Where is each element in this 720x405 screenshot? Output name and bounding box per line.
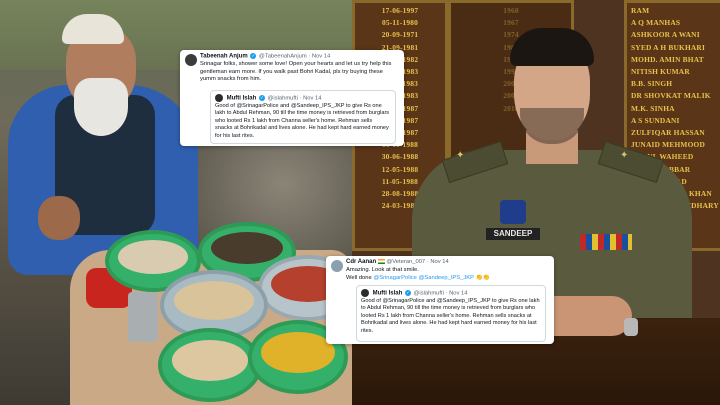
quoted-author-handle: @islahmufti bbox=[267, 95, 298, 102]
medal-ribbons bbox=[580, 234, 632, 250]
vendor-hand bbox=[38, 196, 80, 240]
quoted-tweet[interactable]: Mufti Islah ✓ @islahmufti · Nov 14 Good … bbox=[210, 90, 396, 144]
tweet-text-prefix: Well done bbox=[346, 274, 372, 281]
quoted-tweet-header: Mufti Islah ✓ @islahmufti · Nov 14 bbox=[361, 289, 467, 298]
snack-bowl bbox=[158, 328, 262, 402]
author-name[interactable]: Cdr Aanan bbox=[346, 259, 376, 265]
quoted-tweet-text: Good of @SrinagarPolice and @Sandeep_IPS… bbox=[215, 103, 390, 139]
india-flag-icon bbox=[377, 259, 385, 264]
author-handle[interactable]: @TabeenahAnjum bbox=[259, 54, 307, 60]
tweet-text-line1: Amazing. Look at that smile. bbox=[346, 267, 419, 273]
mention-links[interactable]: @SrinagarPolice @Sandeep_IPS_JKP bbox=[373, 275, 474, 281]
quoted-tweet-text: Good of @SrinagarPolice and @Sandeep_IPS… bbox=[361, 298, 540, 334]
quoted-tweet-date: Nov 14 bbox=[449, 290, 468, 297]
rank-star-icon: ✦ bbox=[620, 150, 629, 161]
author-handle[interactable]: @Veteran_007 bbox=[386, 259, 425, 265]
verified-badge-icon: ✓ bbox=[404, 290, 411, 296]
avatar bbox=[215, 94, 223, 102]
steel-cup bbox=[128, 292, 158, 342]
author-name[interactable]: Tabeenah Anjum bbox=[200, 54, 248, 60]
tweet-date[interactable]: Nov 14 bbox=[430, 259, 448, 265]
tweet-header: Tabeenah Anjum ✓ @TabeenahAnjum · Nov 14 bbox=[200, 53, 331, 60]
tweet-card[interactable]: Cdr Aanan @Veteran_007 · Nov 14 Amazing.… bbox=[326, 256, 554, 344]
quoted-author-handle: @islahmufti bbox=[413, 290, 444, 297]
quoted-tweet[interactable]: Mufti Islah ✓ @islahmufti · Nov 14 Good … bbox=[356, 285, 546, 342]
quoted-author-name: Mufti Islah bbox=[226, 95, 257, 102]
tweet-card[interactable]: Tabeenah Anjum ✓ @TabeenahAnjum · Nov 14… bbox=[180, 50, 404, 146]
clapping-hands-icon: 👏👏 bbox=[475, 274, 490, 281]
wrist-watch-icon bbox=[624, 318, 638, 336]
tweet-date[interactable]: Nov 14 bbox=[312, 54, 330, 60]
police-badge-icon bbox=[500, 200, 526, 224]
vendor-beard bbox=[74, 78, 128, 136]
avatar[interactable] bbox=[331, 260, 343, 272]
tweet-text-line2: Well done @SrinagarPolice @Sandeep_IPS_J… bbox=[346, 275, 546, 283]
avatar[interactable] bbox=[185, 54, 197, 66]
avatar bbox=[361, 289, 369, 297]
officer-hair bbox=[510, 28, 594, 66]
quoted-author-name: Mufti Islah bbox=[372, 290, 403, 297]
tweet-header: Cdr Aanan @Veteran_007 · Nov 14 bbox=[346, 259, 449, 266]
right-photo-officer: 17-06-1997 05-11-1980 20-09-1971 21-09-1… bbox=[352, 0, 720, 405]
verified-badge-icon: ✓ bbox=[258, 95, 265, 101]
quoted-tweet-header: Mufti Islah ✓ @islahmufti · Nov 14 bbox=[215, 94, 321, 103]
tweet-text: Amazing. Look at that smile. Well done @… bbox=[346, 267, 546, 282]
verified-badge-icon: ✓ bbox=[250, 53, 257, 59]
tweet-text: Srinagar folks, shower some love! Open y… bbox=[200, 61, 392, 83]
quoted-tweet-date: Nov 14 bbox=[303, 95, 322, 102]
officer-name-plate: SANDEEP bbox=[486, 228, 540, 240]
rank-star-icon: ✦ bbox=[456, 150, 465, 161]
